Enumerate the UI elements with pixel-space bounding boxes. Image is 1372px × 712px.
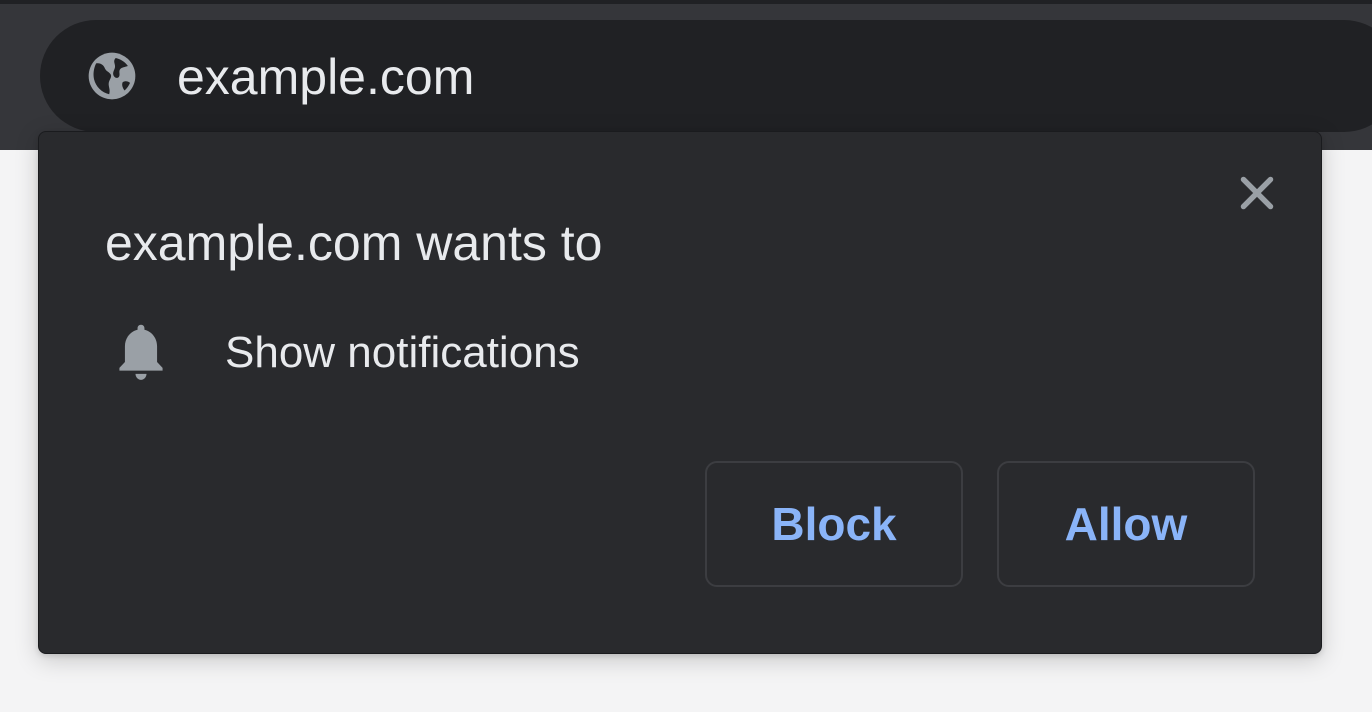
- address-bar[interactable]: example.com: [40, 20, 1372, 132]
- permission-label: Show notifications: [225, 328, 580, 377]
- allow-button[interactable]: Allow: [997, 461, 1255, 587]
- bell-icon: [119, 324, 163, 380]
- toolbar-top-edge: [0, 0, 1372, 4]
- permission-item-notifications: Show notifications: [113, 322, 813, 386]
- prompt-title: example.com wants to: [105, 215, 603, 271]
- globe-icon[interactable]: [84, 48, 140, 104]
- permission-prompt: example.com wants to Show notifications …: [38, 131, 1322, 654]
- browser-toolbar: example.com: [0, 0, 1372, 150]
- block-button[interactable]: Block: [705, 461, 963, 587]
- address-bar-url[interactable]: example.com: [177, 50, 474, 104]
- close-icon[interactable]: [1232, 168, 1282, 218]
